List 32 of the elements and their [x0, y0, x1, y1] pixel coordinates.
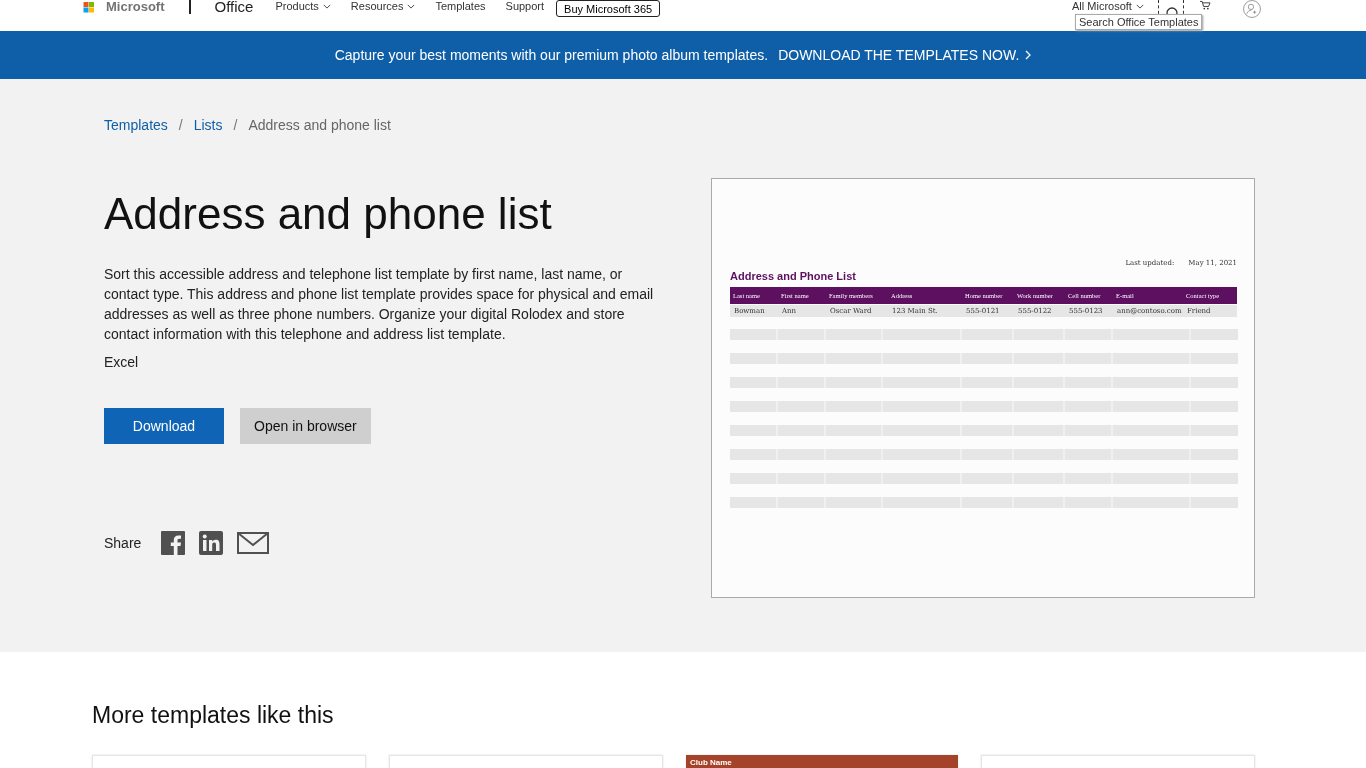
open-in-browser-button[interactable]: Open in browser	[240, 408, 371, 444]
nav-link[interactable]: Support	[505, 0, 545, 13]
description: Sort this accessible address and telephone list template by first name, last name, or contact type. This address and phone list template provides space for physical and email addresses as well as three phone numbers. Organize your digital Rolodex and store contact information with this telephone and address list template.	[104, 265, 655, 344]
share-label: Share	[104, 535, 142, 551]
chevron-down-icon	[1135, 4, 1144, 9]
breadcrumb-separator: /	[178, 117, 183, 133]
banner-text: Capture your best moments with our premium photo album templates.	[334, 47, 769, 63]
facebook-icon[interactable]	[161, 531, 186, 555]
all-microsoft-menu[interactable]: All Microsoft	[1072, 0, 1144, 13]
app-name: Excel	[104, 354, 140, 370]
nav-link[interactable]: Products	[275, 0, 331, 13]
cart-icon[interactable]	[1197, 0, 1212, 10]
linkedin-icon[interactable]	[199, 531, 224, 555]
chevron-right-icon	[1025, 50, 1032, 60]
section-heading: More templates like this	[92, 702, 335, 729]
template-preview[interactable]	[711, 178, 1255, 598]
banner-link[interactable]: DOWNLOAD THE TEMPLATES NOW.	[778, 47, 1032, 63]
breadcrumb-link[interactable]: Templates	[104, 117, 168, 133]
nav-link[interactable]: Resources	[350, 0, 416, 13]
breadcrumb-link[interactable]: Lists	[193, 117, 223, 133]
breadcrumb-separator: /	[233, 117, 238, 133]
template-card[interactable]: Club Name	[686, 755, 958, 768]
sheet-title: Address and Phone List	[730, 270, 857, 282]
nav-link[interactable]: Templates	[435, 0, 486, 13]
tooltip: Search Office Templates	[1075, 14, 1203, 30]
buy-button[interactable]: Buy Microsoft 365	[556, 0, 661, 17]
brand-name[interactable]: Microsoft	[106, 0, 165, 14]
breadcrumb-current: Address and phone list	[248, 117, 391, 133]
download-button[interactable]: Download	[104, 408, 224, 444]
page-title: Address and phone list	[104, 188, 553, 240]
product-name[interactable]: Office	[214, 0, 254, 14]
email-icon[interactable]	[237, 532, 270, 554]
